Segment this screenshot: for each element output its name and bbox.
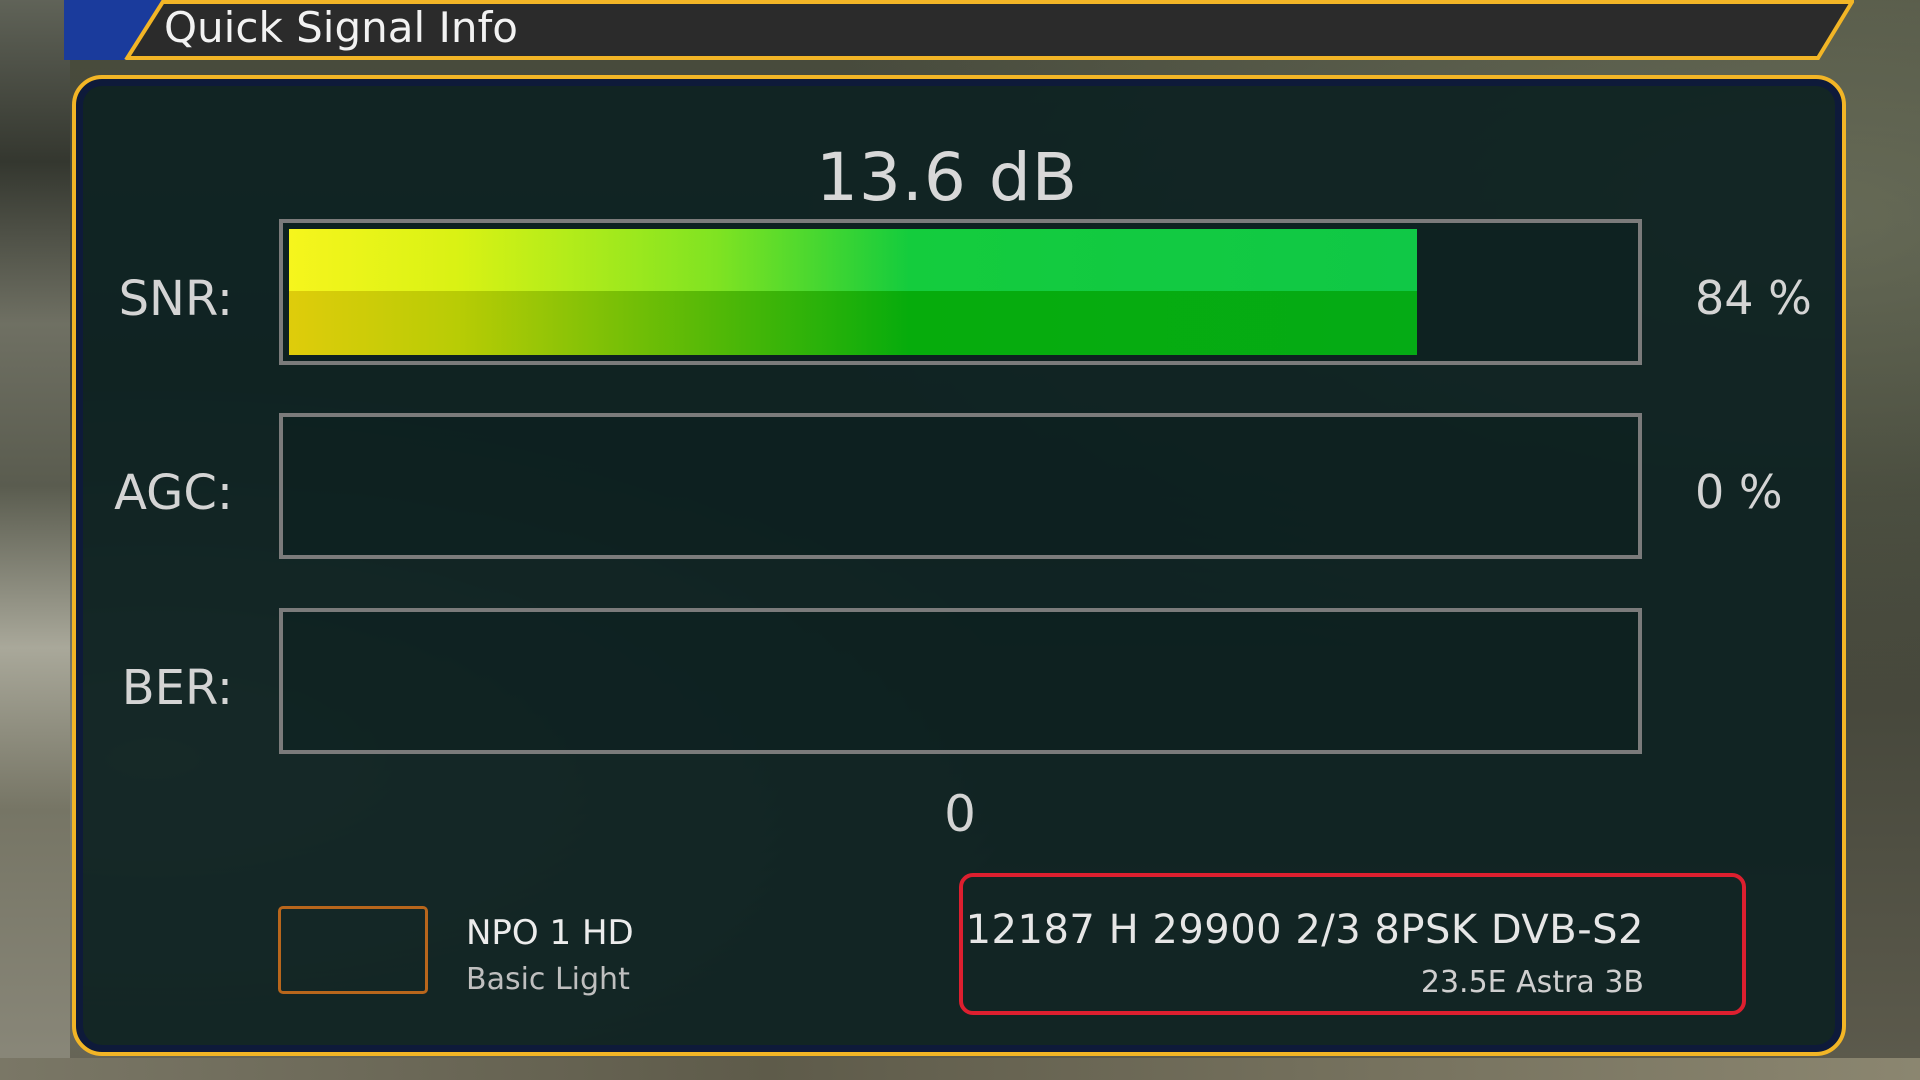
channel-provider: Basic Light: [466, 962, 630, 997]
tuning-info-box: 12187 H 29900 2/3 8PSK DVB-S2 23.5E Astr…: [959, 873, 1746, 1015]
ber-value: 0: [0, 782, 1920, 846]
ber-label: BER:: [121, 660, 233, 716]
ber-value-text: 0: [944, 785, 976, 843]
agc-label: AGC:: [114, 465, 233, 521]
snr-meter-fill: [289, 229, 1417, 355]
header-bar: Quick Signal Info: [64, 0, 1854, 60]
snr-db-readout: 13.6 dB: [0, 138, 1920, 218]
satellite-name: 23.5E Astra 3B: [1420, 965, 1644, 1000]
channel-logo-placeholder: [278, 906, 428, 994]
snr-meter: [279, 219, 1642, 365]
tuning-parameters: 12187 H 29900 2/3 8PSK DVB-S2: [965, 907, 1644, 953]
agc-percent: 0 %: [1695, 465, 1783, 519]
background-video-bottom: [0, 1058, 1920, 1080]
ber-meter: [279, 608, 1642, 754]
channel-name: NPO 1 HD: [466, 913, 634, 953]
snr-percent: 84 %: [1695, 271, 1812, 325]
snr-label: SNR:: [118, 271, 233, 327]
agc-meter: [279, 413, 1642, 559]
snr-db-text: 13.6 dB: [815, 139, 1079, 216]
page-title: Quick Signal Info: [164, 3, 518, 52]
